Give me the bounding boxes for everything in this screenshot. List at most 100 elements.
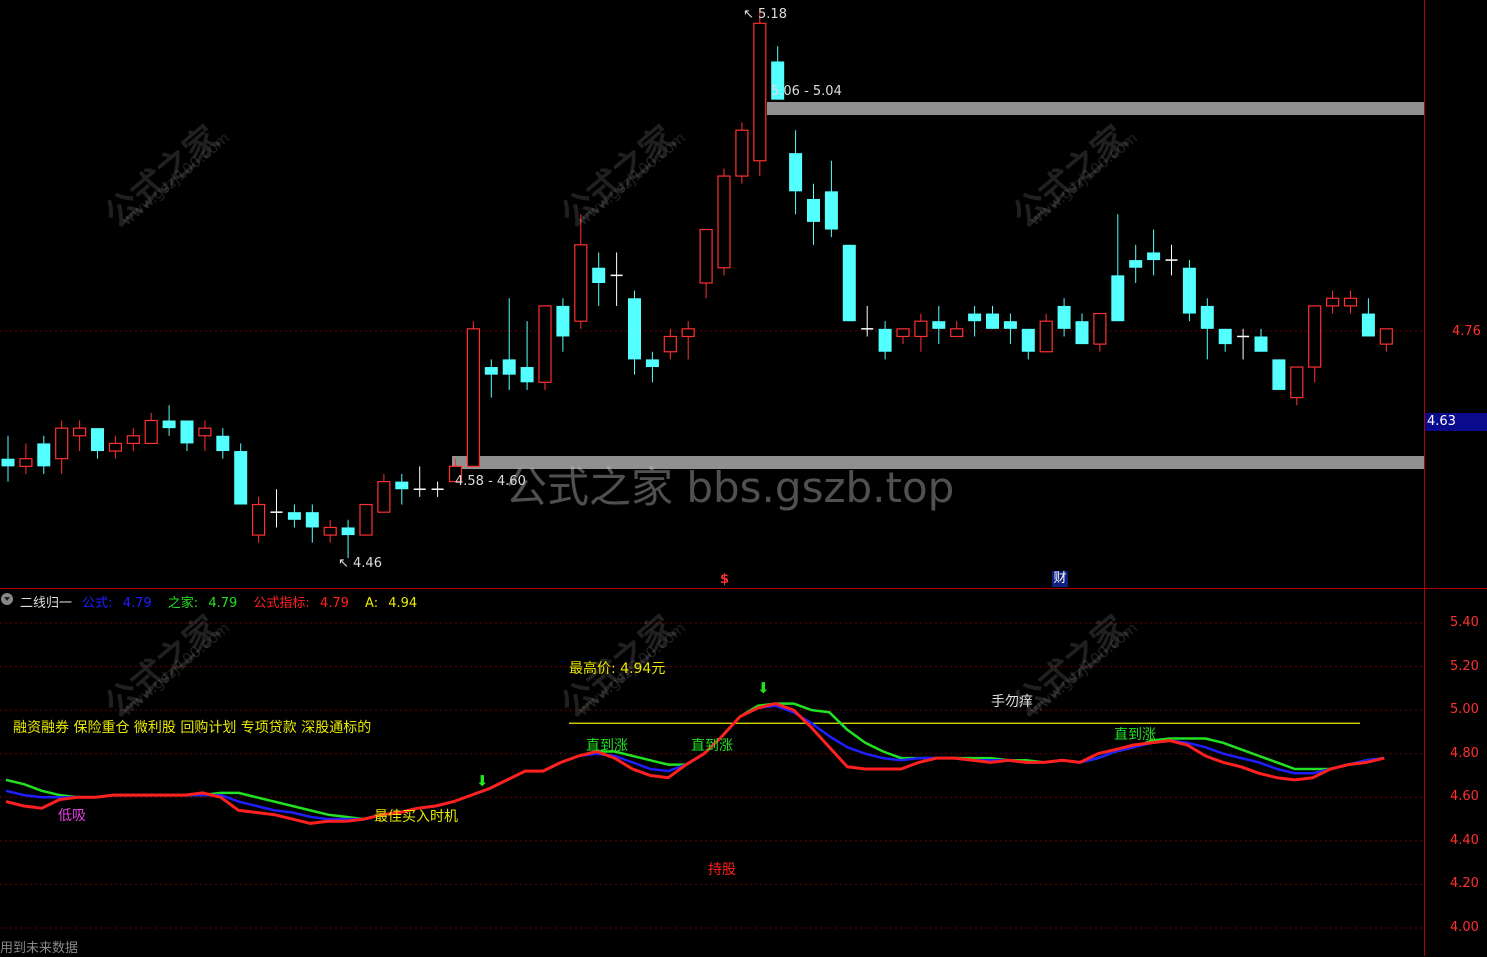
indicator-y-tick: 5.20: [1450, 658, 1479, 674]
indicator-y-tick: 4.80: [1450, 745, 1479, 761]
stock-tags: 融资融券 保险重仓 微利股 回购计划 专项贷款 深股通标的: [13, 720, 372, 736]
indicator-name[interactable]: 二线归一: [20, 596, 72, 611]
legend-gongshi: 公式: 4.79: [82, 596, 152, 611]
candle-body: [663, 335, 677, 353]
candle-body: [1147, 252, 1161, 261]
candle-body: [896, 328, 910, 338]
candle-body: [556, 305, 570, 337]
candle-body: [789, 153, 803, 192]
indicator-y-tick: 4.40: [1450, 832, 1479, 848]
candle-body: [1200, 305, 1214, 329]
candle-body: [538, 305, 552, 383]
candle-body: [395, 481, 409, 490]
legend-a: A: 4.94: [365, 596, 418, 611]
candle-body: [878, 328, 892, 352]
upper-band-label: 5.06 - 5.04: [771, 84, 842, 99]
candle-body: [144, 419, 158, 445]
candle-body: [1021, 328, 1035, 352]
candle-body: [574, 244, 588, 322]
candle-body: [1290, 366, 1304, 399]
candle-body: [198, 427, 212, 437]
candle-body: [305, 512, 319, 528]
high-price-note: 最高价: 4.94元: [569, 661, 666, 677]
candle-body: [1182, 267, 1196, 314]
low-price-label: ↖ 4.46: [338, 556, 382, 571]
candle-body: [842, 244, 856, 322]
indicator-y-tick: 5.00: [1450, 702, 1479, 718]
candle-body: [37, 443, 51, 467]
candle-body: [72, 427, 87, 437]
candle-body: [717, 175, 731, 269]
candle-body: [950, 328, 964, 338]
candle-body: [19, 458, 33, 467]
candle-body: [323, 526, 337, 536]
event-marker-finance[interactable]: 财: [1052, 571, 1068, 587]
candle-body: [520, 367, 534, 383]
candle-body: [359, 503, 373, 536]
candle-body: [681, 328, 695, 338]
candle-body: [628, 298, 641, 360]
candle-body: [753, 22, 767, 162]
main-y-axis-label: 4.76: [1452, 324, 1481, 339]
indicator-y-tick: 4.20: [1450, 876, 1479, 892]
candle-body: [1361, 313, 1375, 337]
candle-body: [1, 458, 15, 467]
watermark-main: 公式之家 bbs.gszb.top: [505, 463, 955, 512]
candle-body: [1272, 359, 1286, 390]
lower-band-label: 4.58 - 4.60: [455, 474, 526, 489]
legend-gongshi-zhibiao: 公式指标: 4.79: [253, 596, 349, 611]
candle-body: [502, 359, 516, 375]
candle-body: [234, 451, 248, 505]
candle-body: [1093, 312, 1107, 345]
down-arrow-icon: ⬇: [757, 679, 770, 697]
candle-body: [126, 435, 140, 445]
high-price-label: ↖ 5.18: [743, 7, 787, 22]
candle-body: [1325, 297, 1340, 307]
indicator-y-tick: 5.40: [1450, 615, 1479, 630]
indicator-header: 二线归一 公式: 4.79 之家: 4.79 公式指标: 4.79 A: 4.9…: [20, 592, 429, 611]
candle-body: [55, 427, 69, 460]
candle-body: [180, 420, 194, 444]
candle-body: [1343, 297, 1358, 307]
low-price-value: 4.46: [353, 556, 382, 571]
indicator-y-tick: 4.00: [1450, 920, 1479, 935]
candle-body: [914, 320, 928, 338]
candle-body: [108, 442, 123, 452]
candle-body: [968, 313, 982, 322]
high-price-value: 5.18: [758, 7, 787, 22]
future-data-footer: 用到未来数据: [0, 941, 79, 956]
candle-body: [1379, 328, 1393, 345]
candle-body: [1075, 321, 1089, 345]
candle-body: [824, 191, 838, 230]
candle-body: [287, 512, 301, 520]
candle-body: [252, 503, 266, 536]
candle-body: [592, 267, 606, 283]
upper-band: [767, 102, 1424, 115]
candle-body: [1129, 260, 1143, 268]
until-rise-label-3: 直到涨: [1114, 727, 1156, 743]
down-arrow-icon: ⬇: [476, 772, 489, 790]
candle-body: [932, 321, 946, 329]
until-rise-label-2: 直到涨: [691, 738, 733, 754]
last-price-badge: 4.63: [1425, 413, 1487, 431]
candle-body: [1254, 336, 1268, 352]
candle-body: [162, 420, 176, 429]
until-rise-label-1: 直到涨: [586, 738, 628, 754]
candle-body: [466, 328, 480, 467]
candle-body: [1003, 321, 1017, 329]
candle-body: [377, 481, 391, 513]
candle-body: [986, 313, 999, 329]
candle-body: [484, 367, 498, 375]
candle-body: [699, 228, 713, 284]
event-marker-dividend[interactable]: $: [720, 572, 729, 588]
candle-body: [341, 527, 355, 536]
hold-label: 持股: [708, 862, 736, 878]
candle-body: [1218, 328, 1232, 345]
candle-body: [1111, 275, 1125, 322]
indicator-panel-grid: [0, 622, 1424, 929]
keep-hands-off-label: 手勿痒: [991, 694, 1033, 710]
candle-body: [645, 359, 659, 368]
chevron-circle-icon[interactable]: [1, 593, 13, 605]
best-buy-label: 最佳买入时机: [374, 809, 458, 825]
candle-body: [1039, 320, 1053, 353]
